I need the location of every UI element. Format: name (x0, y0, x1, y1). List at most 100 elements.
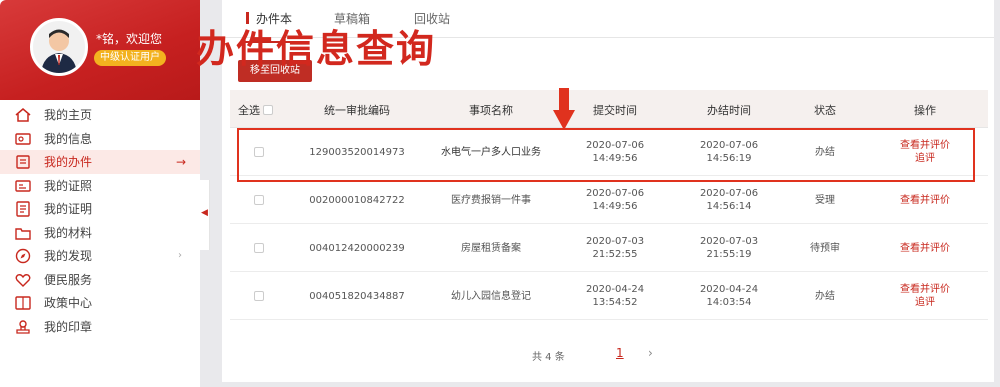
compass-icon (15, 248, 31, 264)
column-header-code: 统一审批编码 (324, 104, 390, 117)
sidebar-item-policy[interactable]: 政策中心 (0, 291, 200, 315)
submit-time-cell: 2020-07-06 14:49:56 (560, 176, 670, 224)
finish-time: 14:56:14 (706, 201, 752, 212)
sidebar-item-licenses[interactable]: 我的证照 (0, 174, 200, 198)
action-cell: 查看并评价 追评 (870, 128, 980, 176)
finish-time-cell: 2020-04-24 14:03:54 (674, 272, 784, 320)
column-header-status: 状态 (814, 104, 836, 117)
status-cell: 办结 (815, 290, 835, 302)
status-cell: 受理 (815, 194, 835, 206)
finish-date: 2020-07-06 (699, 188, 759, 199)
table-header: 全选 统一审批编码 事项名称 提交时间 办结时间 状态 操作 (230, 90, 988, 128)
caret-left-icon: ◀ (201, 208, 208, 218)
submit-time: 14:49:56 (592, 153, 638, 164)
sidebar-item-discover[interactable]: 我的发现 › (0, 244, 200, 268)
status-cell: 待预审 (810, 242, 840, 254)
row-checkbox[interactable] (254, 147, 264, 157)
code-cell: 002000010842722 (309, 194, 405, 206)
id-card-icon (15, 132, 31, 145)
view-and-rate-link[interactable]: 查看并评价 (900, 283, 950, 296)
name-cell: 医疗费报销一件事 (451, 194, 531, 206)
sidebar-collapse-handle[interactable]: ◀ (200, 180, 210, 250)
overlay-title: 办件信息查询 (196, 27, 437, 71)
submit-time: 14:49:56 (592, 201, 638, 212)
submit-time-cell: 2020-07-03 21:52:55 (560, 224, 670, 272)
row-checkbox[interactable] (254, 291, 264, 301)
submit-time-cell: 2020-07-06 14:49:56 (560, 128, 670, 176)
license-icon (15, 179, 31, 192)
pagination-total: 共 4 条 (532, 352, 565, 363)
name-cell: 房屋租赁备案 (461, 242, 521, 254)
row-checkbox-cell (244, 272, 274, 320)
row-checkbox[interactable] (254, 195, 264, 205)
submit-date: 2020-07-06 (585, 140, 645, 151)
finish-time: 21:55:19 (706, 249, 752, 260)
column-header-finish-time: 办结时间 (707, 104, 751, 117)
sidebar-item-label: 我的主页 (44, 108, 93, 123)
sidebar-item-label: 我的证照 (44, 178, 93, 193)
action-cell: 查看并评价 (870, 176, 980, 224)
row-checkbox-cell (244, 128, 274, 176)
sidebar-item-stamps[interactable]: 我的印章 (0, 315, 200, 339)
folder-icon (16, 155, 30, 169)
sidebar-item-label: 我的材料 (44, 225, 93, 240)
table-row: 004012420000239 房屋租赁备案 2020-07-03 21:52:… (230, 224, 988, 272)
status-cell: 办结 (815, 146, 835, 158)
sidebar-item-label: 便民服务 (44, 272, 93, 287)
home-icon (15, 108, 31, 122)
submit-date: 2020-07-03 (585, 236, 645, 247)
column-header-submit-time: 提交时间 (593, 104, 637, 117)
finish-time: 14:56:19 (706, 153, 752, 164)
finish-time-cell: 2020-07-06 14:56:19 (674, 128, 784, 176)
submit-date: 2020-04-24 (585, 284, 645, 295)
policy-icon (15, 296, 31, 310)
column-header-action: 操作 (914, 104, 936, 117)
finish-time-cell: 2020-07-03 21:55:19 (674, 224, 784, 272)
submit-time-cell: 2020-04-24 13:54:52 (560, 272, 670, 320)
pagination-page-1[interactable]: 1 (616, 346, 624, 360)
select-all-header[interactable]: 全选 (238, 102, 273, 118)
row-checkbox[interactable] (254, 243, 264, 253)
select-all-checkbox[interactable] (263, 105, 273, 115)
follow-up-review-link[interactable]: 追评 (915, 152, 935, 165)
action-cell: 查看并评价 追评 (870, 272, 980, 320)
pagination-next-button[interactable]: › (648, 346, 653, 360)
follow-up-review-link[interactable]: 追评 (915, 296, 935, 309)
submit-time: 13:54:52 (592, 297, 638, 308)
cases-table: 全选 统一审批编码 事项名称 提交时间 办结时间 状态 操作 129003520… (230, 90, 988, 320)
submit-date: 2020-07-06 (585, 188, 645, 199)
sidebar-item-label: 我的发现 (44, 249, 93, 264)
submit-time: 21:52:55 (592, 249, 638, 260)
pagination: 共 4 条 1 › (230, 340, 988, 370)
code-cell: 004051820434887 (309, 290, 405, 302)
select-all-label: 全选 (238, 104, 260, 117)
sidebar-item-label: 我的信息 (44, 131, 93, 146)
row-checkbox-cell (244, 176, 274, 224)
sidebar-item-my-cases[interactable]: 我的办件 → (0, 150, 200, 174)
sidebar-item-certificates[interactable]: 我的证明 (0, 197, 200, 221)
sidebar-item-home[interactable]: 我的主页 (0, 103, 200, 127)
avatar[interactable] (30, 18, 88, 76)
view-and-rate-link[interactable]: 查看并评价 (900, 139, 950, 152)
sidebar-item-materials[interactable]: 我的材料 (0, 221, 200, 245)
finish-date: 2020-04-24 (699, 284, 759, 295)
name-cell: 幼儿入园信息登记 (451, 290, 531, 302)
code-cell: 129003520014973 (309, 146, 405, 158)
action-cell: 查看并评价 (870, 224, 980, 272)
user-card: *铭，欢迎您 中级认证用户 (0, 0, 200, 100)
certificate-icon (16, 201, 30, 217)
view-and-rate-link[interactable]: 查看并评价 (900, 194, 950, 207)
code-cell: 004012420000239 (309, 242, 405, 254)
finish-date: 2020-07-03 (699, 236, 759, 247)
arrow-right-icon: → (175, 154, 186, 169)
finish-date: 2020-07-06 (699, 140, 759, 151)
view-and-rate-link[interactable]: 查看并评价 (900, 242, 950, 255)
stamp-icon (16, 319, 30, 334)
chevron-right-icon: › (178, 250, 182, 262)
table-row: 129003520014973 水电气一户多人口业务 2020-07-06 14… (230, 128, 988, 176)
sidebar-item-services[interactable]: 便民服务 (0, 268, 200, 292)
service-icon (15, 273, 31, 287)
sidebar-item-info[interactable]: 我的信息 (0, 127, 200, 151)
sidebar-item-label: 我的印章 (44, 319, 93, 334)
sidebar-item-label: 政策中心 (44, 296, 93, 311)
